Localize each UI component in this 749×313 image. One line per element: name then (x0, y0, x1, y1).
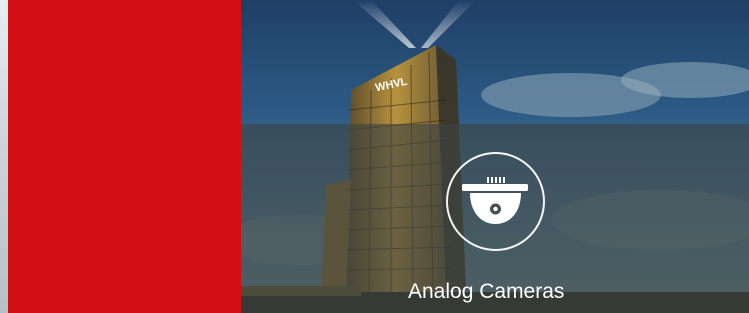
category-label[interactable]: Analog Cameras (408, 280, 588, 304)
dome-camera-icon (446, 152, 545, 251)
left-edge-photo-strip (0, 0, 8, 313)
analog-cameras-banner[interactable]: WHVL Analog Cameras (0, 0, 749, 313)
red-accent-panel (8, 0, 241, 313)
